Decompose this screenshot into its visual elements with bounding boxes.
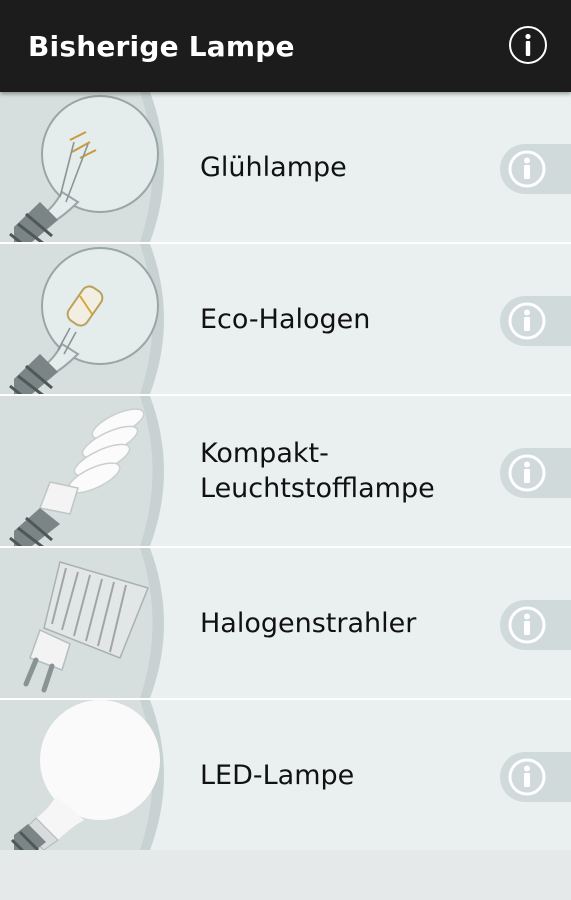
- lamp-row-kompakt-leuchtstofflampe[interactable]: Kompakt- Leuchtstofflampe: [0, 396, 571, 548]
- halogen-spot-icon: [0, 548, 164, 698]
- list-footer: [0, 850, 571, 900]
- lamp-row-eco-halogen[interactable]: Eco-Halogen: [0, 244, 571, 396]
- info-icon[interactable]: [500, 144, 571, 194]
- lamp-list: Glühlampe Eco-Halogen Kompakt- Leuchtsto…: [0, 92, 571, 852]
- lamp-label: Halogenstrahler: [200, 607, 417, 639]
- info-icon[interactable]: [500, 752, 571, 802]
- led-bulb-icon: [0, 700, 164, 850]
- app-bar: Bisherige Lampe: [0, 0, 571, 92]
- info-circle-icon[interactable]: [508, 25, 548, 65]
- info-icon[interactable]: [500, 296, 571, 346]
- eco-halogen-bulb-icon: [0, 244, 164, 394]
- app-title: Bisherige Lampe: [28, 30, 295, 63]
- incandescent-bulb-icon: [0, 92, 164, 242]
- lamp-label: LED-Lampe: [200, 759, 355, 791]
- lamp-label: Glühlampe: [200, 151, 347, 183]
- lamp-label: Eco-Halogen: [200, 303, 371, 335]
- info-icon[interactable]: [500, 600, 571, 650]
- lamp-label: Kompakt- Leuchtstofflampe: [200, 438, 435, 504]
- lamp-row-halogenstrahler[interactable]: Halogenstrahler: [0, 548, 571, 700]
- lamp-row-gluehlampe[interactable]: Glühlampe: [0, 92, 571, 244]
- info-icon[interactable]: [500, 448, 571, 498]
- lamp-row-led-lampe[interactable]: LED-Lampe: [0, 700, 571, 852]
- compact-fluorescent-bulb-icon: [0, 396, 164, 546]
